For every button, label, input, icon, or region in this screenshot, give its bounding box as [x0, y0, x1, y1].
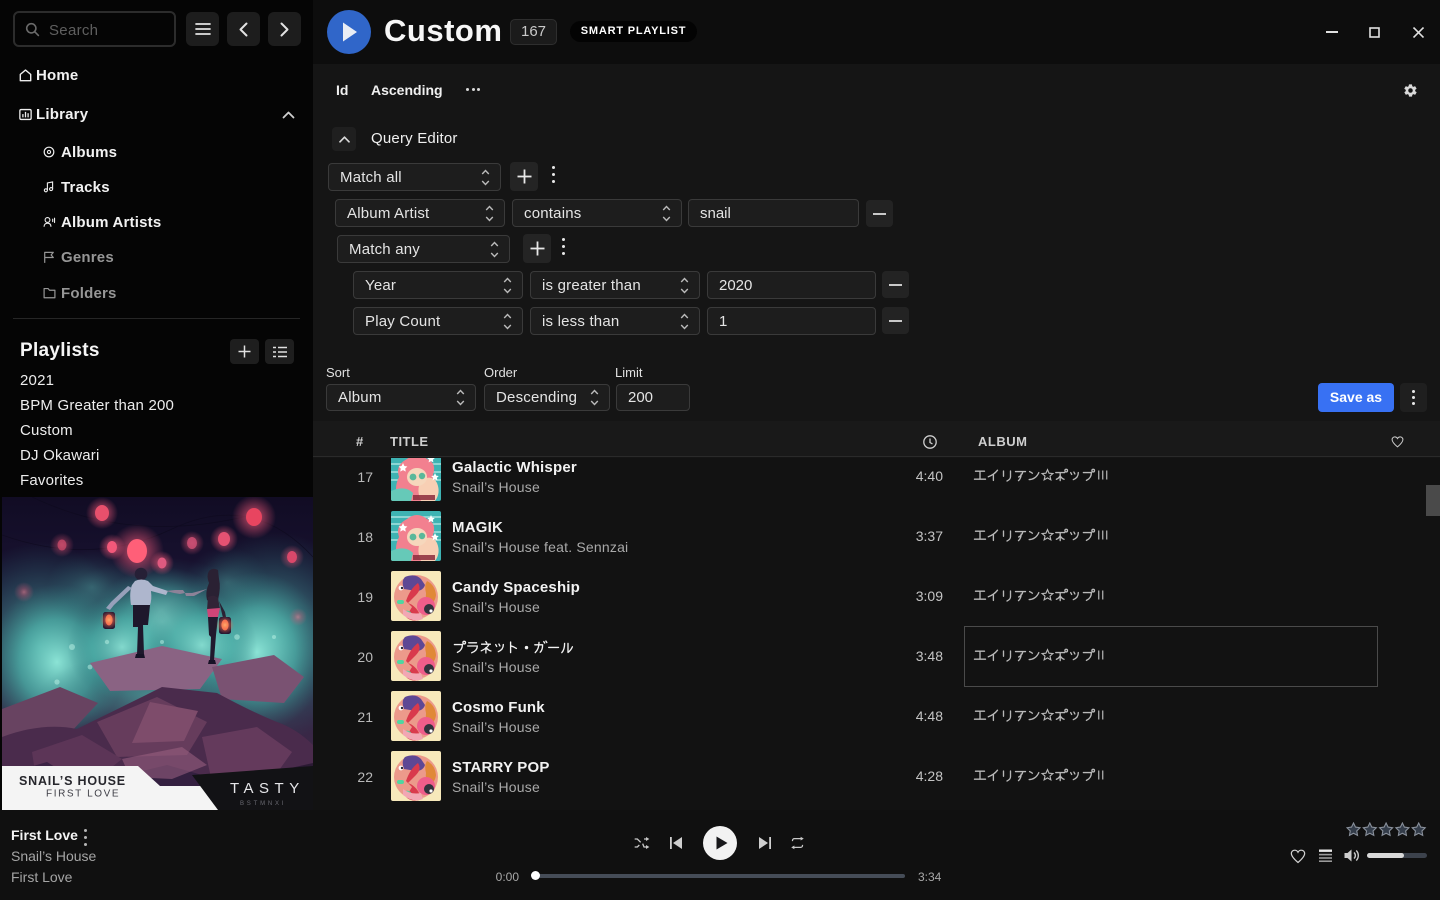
svg-text:BSTMNXI: BSTMNXI: [240, 801, 286, 807]
svg-text:II: II: [1097, 708, 1105, 722]
svg-text:III: III: [1097, 528, 1109, 542]
svg-text:III: III: [1097, 468, 1109, 482]
svg-text:II: II: [1097, 588, 1105, 602]
svg-text:II: II: [1097, 768, 1105, 782]
svg-text:FIRST LOVE: FIRST LOVE: [46, 789, 120, 800]
svg-text:SNAIL’S HOUSE: SNAIL’S HOUSE: [19, 774, 126, 788]
svg-text:TASTY: TASTY: [230, 780, 305, 797]
